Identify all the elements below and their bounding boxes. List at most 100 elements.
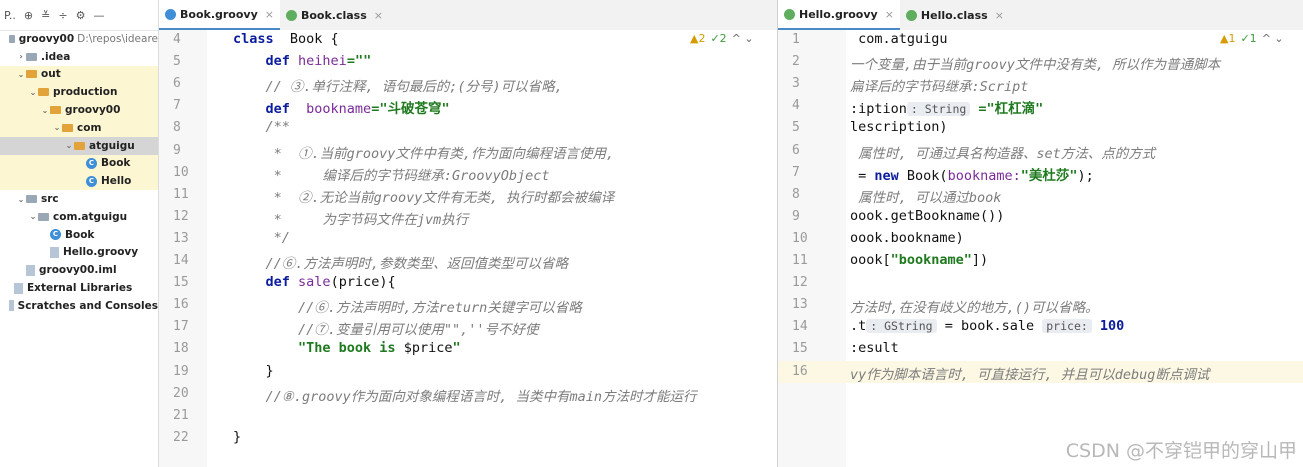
code-line[interactable]: com.atguigu	[850, 31, 947, 47]
code-line[interactable]: :iption: String ="杠杠滴"	[850, 97, 1043, 117]
left-inspection-widget[interactable]: ▲2 ✓2 ^ ⌄	[690, 32, 754, 45]
code-line[interactable]: 扁译后的字节码继承:Script	[850, 75, 1028, 95]
groovy-file-icon	[905, 9, 917, 21]
tree-toggle-icon[interactable]: ⌄	[40, 106, 50, 115]
code-line[interactable]: */	[233, 230, 290, 246]
line-number: 8	[792, 186, 800, 202]
code-token: }	[233, 362, 274, 379]
right-gutter	[778, 30, 846, 467]
tree-toggle-icon[interactable]: ⌄	[28, 88, 38, 97]
code-line[interactable]: :esult	[850, 340, 899, 356]
file-icon	[14, 282, 23, 294]
code-line[interactable]: // ③.单行注释, 语句最后的;(分号)可以省略,	[233, 75, 563, 95]
editor-tab[interactable]: Book.groovy ×	[159, 0, 280, 30]
code-token: "	[452, 340, 461, 357]
tree-toggle-icon[interactable]: ⌄	[28, 212, 38, 221]
tree-item-label: Hello	[101, 175, 132, 188]
code-line[interactable]: class Book {	[233, 31, 339, 47]
code-line[interactable]: /**	[233, 119, 290, 135]
ok-count[interactable]: ✓1	[1240, 32, 1256, 45]
tree-item[interactable]: ⌄ com.atguigu	[0, 208, 158, 226]
tree-item[interactable]: Scratches and Consoles	[0, 297, 158, 315]
tree-item[interactable]: External Libraries	[0, 279, 158, 297]
code-line[interactable]: oook.getBookname())	[850, 208, 1004, 224]
right-inspection-widget[interactable]: ▲1 ✓1 ^ ⌄	[1220, 32, 1284, 45]
tree-item[interactable]: ⌄ com	[0, 118, 158, 137]
code-line[interactable]: //⑥.方法声明时,方法return关键字可以省略	[233, 296, 582, 316]
code-line[interactable]: 一个变量,由于当前groovy文件中没有类, 所以作为普通脚本	[850, 53, 1220, 73]
close-icon[interactable]: ×	[885, 8, 894, 21]
code-line[interactable]: oook.bookname)	[850, 230, 964, 246]
warning-count[interactable]: ▲2	[690, 32, 705, 45]
code-line[interactable]: 属性时, 可通过具名构造器、set方法、点的方式	[850, 142, 1155, 162]
toolbar-button-3[interactable]: ÷	[58, 9, 67, 22]
code-line[interactable]: def heihei=""	[233, 53, 372, 69]
code-line[interactable]: }	[233, 429, 241, 445]
tree-item[interactable]: ⌄ groovy00	[0, 101, 158, 119]
code-token: ="杠杠滴"	[970, 101, 1044, 118]
tree-item[interactable]: C Book	[0, 226, 158, 244]
code-line[interactable]: .t: GString = book.sale price: 100	[850, 318, 1124, 334]
right-editor[interactable]: 1 2 3 4 5 6 7 8 9 10 11 12 13 14 15 16 com.atguigu 一个变量,…	[778, 30, 1303, 467]
tree-item[interactable]: groovy00.iml	[0, 261, 158, 279]
code-line[interactable]: "The book is $price"	[233, 340, 461, 356]
tree-item[interactable]: ⌄ out	[0, 65, 158, 84]
tree-item[interactable]: C Book	[0, 154, 158, 173]
code-line[interactable]: def bookname="斗破苍穹"	[233, 97, 450, 117]
tree-item[interactable]: ⌄ atguigu	[0, 136, 158, 155]
toolbar-button-0[interactable]: P..	[4, 9, 16, 22]
code-line[interactable]: vy作为脚本语言时, 可直接运行, 并且可以debug断点调试	[850, 363, 1209, 383]
code-line[interactable]: }	[233, 363, 274, 379]
close-icon[interactable]: ×	[995, 9, 1004, 22]
editor-tab[interactable]: Book.class ×	[280, 0, 389, 30]
warning-count[interactable]: ▲1	[1220, 32, 1235, 45]
nav-arrows-icon[interactable]: ^ ⌄	[732, 32, 754, 45]
toolbar-button-4[interactable]: ⚙	[76, 9, 86, 22]
code-token: //⑥.方法声明时,参数类型、返回值类型可以省略	[233, 256, 569, 272]
left-editor[interactable]: 4 5 6 7 8 9 10 11 12 13 14 15 16 17 18 19 20 21 22 class Bo…	[159, 30, 777, 467]
code-line[interactable]: lescription)	[850, 119, 948, 135]
tree-item[interactable]: Hello.groovy	[0, 244, 158, 262]
tree-item[interactable]: C Hello	[0, 172, 158, 191]
code-line[interactable]: * 为字节码文件在jvm执行	[233, 208, 469, 228]
code-line[interactable]: 属性时, 可以通过book	[850, 186, 1001, 206]
editor-tab[interactable]: Hello.groovy ×	[778, 0, 900, 30]
code-line[interactable]: * ①.当前groovy文件中有类,作为面向编程语言使用,	[233, 142, 615, 162]
tree-item[interactable]: ⌄ production	[0, 83, 158, 102]
line-number: 14	[173, 253, 189, 268]
code-line[interactable]: //⑦.变量引用可以使用"",''号不好使	[233, 318, 539, 338]
code-line[interactable]: def sale(price){	[233, 274, 396, 290]
ok-count[interactable]: ✓2	[710, 32, 726, 45]
tree-toggle-icon[interactable]: ⌄	[16, 195, 26, 204]
project-tree[interactable]: groovy00 D:\repos\ideare › .idea ⌄ out ⌄ produc…	[0, 30, 158, 315]
tree-item-label: Book	[65, 228, 95, 241]
code-token: :iption	[850, 101, 907, 118]
code-line[interactable]: oook["bookname"])	[850, 252, 988, 268]
code-line[interactable]: //⑥.方法声明时,参数类型、返回值类型可以省略	[233, 252, 569, 272]
close-icon[interactable]: ×	[265, 8, 274, 21]
tree-item[interactable]: ⌄ src	[0, 190, 158, 208]
line-number: 20	[173, 385, 189, 401]
code-token: //⑦.变量引用可以使用"",''号不好使	[233, 322, 539, 339]
toolbar-button-1[interactable]: ⊕	[24, 9, 33, 22]
close-icon[interactable]: ×	[374, 9, 383, 22]
code-token: new	[874, 167, 899, 184]
code-line[interactable]: * 编译后的字节码继承:GroovyObject	[233, 164, 550, 184]
tree-toggle-icon[interactable]: ›	[16, 52, 26, 61]
code-line[interactable]: //⑧.groovy作为面向对象编程语言时, 当类中有main方法时才能运行	[233, 385, 697, 405]
code-token: bookname:	[947, 167, 1021, 184]
code-line[interactable]: 方法时,在没有歧义的地方,()可以省略。	[850, 296, 1099, 316]
tree-item-label: com.atguigu	[53, 210, 128, 223]
code-line[interactable]: * ②.无论当前groovy文件有无类, 执行时都会被编译	[233, 186, 615, 206]
code-line[interactable]: = new Book(bookname:"美杜莎");	[850, 164, 1094, 184]
tree-toggle-icon[interactable]: ⌄	[16, 70, 26, 79]
editor-tab[interactable]: Hello.class ×	[900, 0, 1010, 30]
tree-toggle-icon[interactable]: ⌄	[52, 123, 62, 132]
tree-toggle-icon[interactable]: ⌄	[64, 141, 74, 150]
nav-arrows-icon[interactable]: ^ ⌄	[1262, 32, 1284, 45]
tree-item[interactable]: › .idea	[0, 48, 158, 66]
tree-item[interactable]: groovy00 D:\repos\ideare	[0, 30, 158, 48]
toolbar-button-5[interactable]: —	[93, 9, 104, 22]
tree-item-label: production	[53, 86, 118, 99]
toolbar-button-2[interactable]: ≚	[41, 9, 50, 22]
